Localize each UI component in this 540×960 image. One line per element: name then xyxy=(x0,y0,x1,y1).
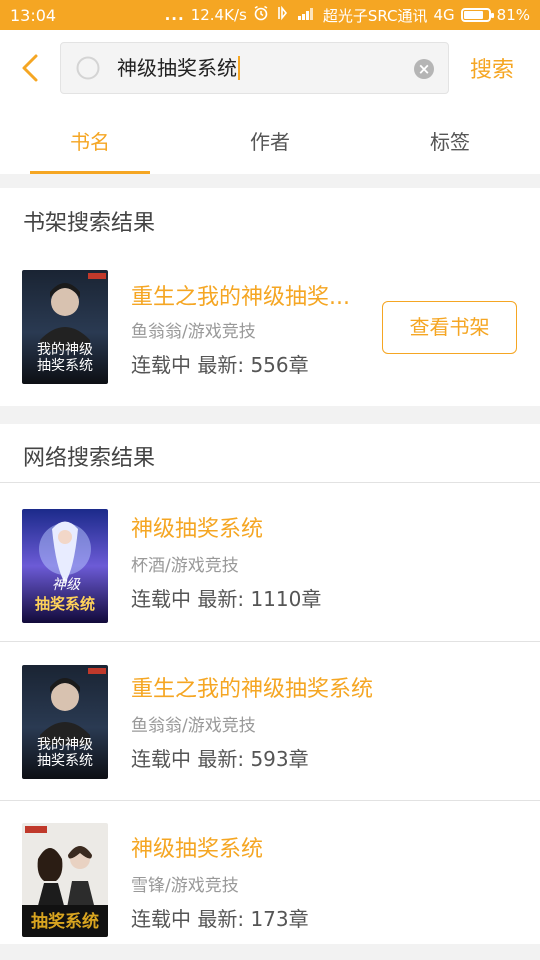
book-cover[interactable]: 抽奖系统 xyxy=(22,823,108,937)
book-author-genre: 鱼翁翁/游戏竞技 xyxy=(131,716,256,736)
svg-text:我的神级: 我的神级 xyxy=(37,737,93,753)
battery-icon xyxy=(460,8,494,22)
battery-level xyxy=(463,11,483,19)
book-author-genre: 鱼翁翁/游戏竞技 xyxy=(131,322,256,342)
list-item[interactable]: 抽奖系统 神级抽奖系统 雪锋/游戏竞技 连载中 最新: 173章 xyxy=(0,801,540,942)
svg-text:抽奖系统: 抽奖系统 xyxy=(35,595,95,613)
signal-icon xyxy=(297,6,317,24)
book-title[interactable]: 重生之我的神级抽奖系统 xyxy=(131,671,373,703)
list-item[interactable]: 我的神级 抽奖系统 重生之我的神级抽奖系统 鱼翁翁/游戏竞技 连载中 最新: 5… xyxy=(0,642,540,800)
status-right: ... 12.4K/s 超光子SRC通讯 4G 81% xyxy=(165,5,530,26)
book-status: 连载中 最新: 1110章 xyxy=(131,587,322,611)
tab-tags[interactable]: 标签 xyxy=(360,106,540,174)
search-header: 神级抽奖系统 × 搜索 xyxy=(0,30,540,106)
svg-text:神级: 神级 xyxy=(52,577,81,593)
book-cover[interactable]: 神级 抽奖系统 xyxy=(22,509,108,623)
book-author-genre: 雪锋/游戏竞技 xyxy=(131,876,239,896)
alarm-icon xyxy=(253,5,269,25)
status-bar: 13:04 ... 12.4K/s 超光子SRC通讯 4G 81% xyxy=(0,0,540,30)
search-tabs: 书名 作者 标签 xyxy=(0,106,540,174)
book-title[interactable]: 神级抽奖系统 xyxy=(131,831,263,863)
web-results-title: 网络搜索结果 xyxy=(23,446,156,471)
web-results-section: 网络搜索结果 神级 抽奖系统 神级抽奖系统 杯酒/游戏竞技 连载中 最新: 11… xyxy=(0,424,540,944)
svg-text:抽奖系统: 抽奖系统 xyxy=(37,752,93,769)
book-status: 连载中 最新: 556章 xyxy=(131,353,309,377)
book-title[interactable]: 神级抽奖系统 xyxy=(131,511,263,543)
book-author-genre: 杯酒/游戏竞技 xyxy=(131,556,239,576)
tab-author[interactable]: 作者 xyxy=(180,106,360,174)
book-title[interactable]: 重生之我的神级抽奖... xyxy=(131,279,371,311)
book-status: 连载中 最新: 173章 xyxy=(131,907,309,931)
svg-text:抽奖系统: 抽奖系统 xyxy=(37,357,93,374)
svg-text:抽奖系统: 抽奖系统 xyxy=(31,911,99,932)
tab-title[interactable]: 书名 xyxy=(0,106,180,174)
vibrate-icon xyxy=(275,5,291,25)
search-icon xyxy=(76,56,100,80)
shelf-results-section: 书架搜索结果 我的神级 抽奖系统 重生之我的神级抽奖... 鱼翁翁/游戏竞技 连… xyxy=(0,188,540,406)
shelf-results-title: 书架搜索结果 xyxy=(23,211,156,236)
chevron-left-icon xyxy=(22,54,38,82)
battery-percent: 81% xyxy=(496,6,530,24)
notification-dots: ... xyxy=(164,6,185,24)
list-item[interactable]: 神级 抽奖系统 神级抽奖系统 杯酒/游戏竞技 连载中 最新: 1110章 xyxy=(0,483,540,641)
book-cover[interactable]: 我的神级 抽奖系统 xyxy=(22,665,108,779)
search-input[interactable]: 神级抽奖系统 × xyxy=(60,42,449,94)
status-time: 13:04 xyxy=(10,5,57,25)
svg-text:我的神级: 我的神级 xyxy=(37,342,93,358)
search-button[interactable]: 搜索 xyxy=(470,52,514,84)
net-speed: 12.4K/s xyxy=(190,6,247,24)
search-query[interactable]: 神级抽奖系统 xyxy=(117,56,240,80)
view-shelf-button[interactable]: 查看书架 xyxy=(382,301,517,354)
back-button[interactable] xyxy=(16,50,46,86)
network-type: 4G xyxy=(433,6,455,24)
clear-icon[interactable]: × xyxy=(414,59,434,79)
book-cover[interactable]: 我的神级 抽奖系统 xyxy=(22,270,108,384)
carrier-name: 超光子SRC通讯 xyxy=(322,6,428,25)
book-status: 连载中 最新: 593章 xyxy=(131,747,309,771)
